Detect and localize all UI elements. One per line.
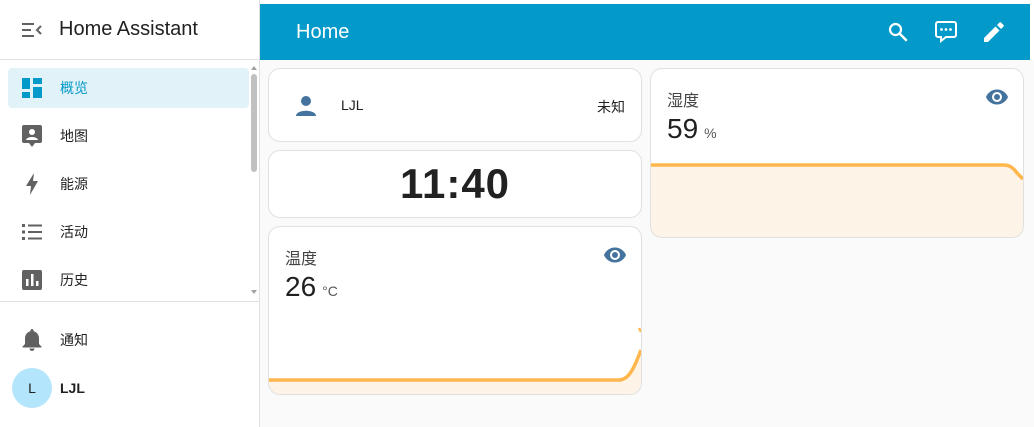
edit-pencil-icon[interactable] (970, 8, 1018, 56)
bell-icon (20, 328, 44, 352)
humidity-history-graph (651, 163, 1023, 237)
chart-box-icon (20, 268, 44, 292)
sidebar-scrollbar[interactable] (250, 64, 258, 294)
clock-time: 11:40 (399, 160, 511, 207)
temperature-sensor-card[interactable]: 温度 26 °C (268, 226, 642, 395)
person-entity-card[interactable]: LJL 未知 (268, 68, 642, 142)
sidebar-bottom: 通知 L LJL (0, 318, 260, 408)
user-name: LJL (60, 380, 85, 396)
sidebar: Home Assistant 概览 地图 能源 活动 历史 通知 L LJL (0, 0, 260, 427)
eye-icon (604, 247, 626, 263)
sensor-name: 湿度 (667, 93, 700, 110)
lightning-bolt-icon (20, 172, 44, 196)
dashboard-view: LJL 未知 11:40 温度 26 °C 湿度 59% (260, 60, 1034, 427)
dashboard-icon (20, 76, 44, 100)
header-actions (874, 4, 1018, 60)
sensor-value: 26 °C (285, 271, 338, 303)
person-name: LJL (341, 97, 364, 113)
sidebar-item-notifications[interactable]: 通知 (0, 318, 260, 362)
sensor-value-number: 59 (667, 113, 699, 144)
sidebar-item-logbook[interactable]: 活动 (8, 212, 249, 252)
sensor-unit: °C (322, 283, 338, 299)
assist-chat-icon[interactable] (922, 8, 970, 56)
sidebar-item-label: 地图 (60, 128, 88, 144)
scroll-down-arrow-icon[interactable] (250, 288, 258, 296)
page-title: Home (296, 20, 350, 43)
map-account-icon (20, 124, 44, 148)
sidebar-title: Home Assistant (59, 18, 198, 40)
sidebar-item-label: 活动 (60, 224, 88, 240)
sidebar-item-label: 能源 (60, 176, 88, 192)
scrollbar-thumb[interactable] (251, 74, 257, 172)
sidebar-item-overview[interactable]: 概览 (8, 68, 249, 108)
sidebar-divider (0, 301, 259, 302)
avatar: L (12, 368, 52, 408)
account-icon (296, 96, 316, 116)
person-state: 未知 (597, 99, 625, 115)
sidebar-item-energy[interactable]: 能源 (8, 164, 249, 204)
sensor-name: 温度 (285, 251, 318, 268)
sidebar-header: Home Assistant (0, 0, 259, 60)
temperature-history-graph (269, 327, 641, 394)
sensor-value: 59% (667, 113, 717, 145)
sidebar-item-label: 概览 (60, 80, 88, 96)
sensor-value-number: 26 (285, 271, 317, 302)
app-header: Home (260, 4, 1030, 60)
sidebar-item-label: 历史 (60, 272, 88, 288)
format-list-icon (20, 220, 44, 244)
sidebar-nav: 概览 地图 能源 活动 历史 (0, 64, 260, 298)
eye-icon (986, 89, 1008, 105)
scroll-up-arrow-icon[interactable] (250, 64, 258, 72)
sensor-unit: % (704, 125, 717, 141)
sidebar-item-history[interactable]: 历史 (8, 260, 249, 298)
notifications-label: 通知 (60, 332, 88, 348)
menu-collapse-icon[interactable] (20, 18, 44, 42)
clock-card: 11:40 (268, 150, 642, 218)
sidebar-user[interactable]: L LJL (0, 368, 85, 408)
search-icon[interactable] (874, 8, 922, 56)
sidebar-item-map[interactable]: 地图 (8, 116, 249, 156)
humidity-sensor-card[interactable]: 湿度 59% (650, 68, 1024, 238)
